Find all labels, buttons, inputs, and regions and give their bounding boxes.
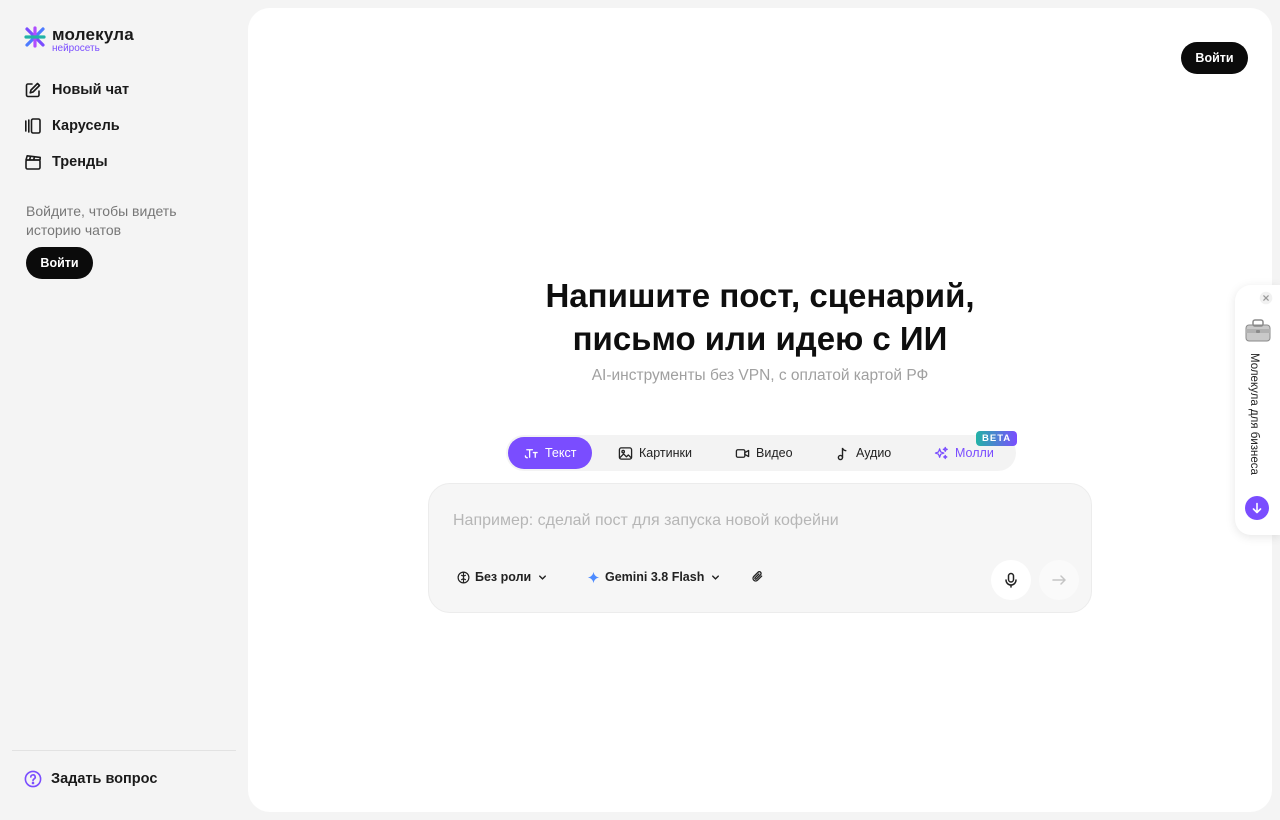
hero-title-line-2: письмо или идею с ИИ: [572, 320, 948, 357]
brand-tagline: нейросеть: [52, 43, 100, 54]
attach-button[interactable]: [751, 570, 764, 583]
carousel-icon: [24, 118, 41, 134]
send-button[interactable]: [1039, 560, 1079, 600]
logo[interactable]: молекула нейросеть: [24, 26, 134, 54]
sidebar-nav: Новый чат Карусель Тренды: [24, 78, 129, 186]
hero-title: Напишите пост, сценарий, письмо или идею…: [248, 274, 1272, 360]
sidebar-item-trends[interactable]: Тренды: [24, 150, 129, 174]
sidebar-item-label: Карусель: [52, 118, 120, 134]
chevron-down-icon: [712, 574, 720, 580]
tab-label: Текст: [545, 446, 577, 460]
chevron-down-icon: [539, 574, 547, 580]
arrow-right-icon: [1052, 575, 1066, 585]
sidebar-item-new-chat[interactable]: Новый чат: [24, 78, 129, 102]
tab-label: Видео: [756, 446, 793, 460]
tab-label: Картинки: [639, 446, 692, 460]
promo-download-button[interactable]: [1245, 496, 1269, 520]
role-icon: [457, 571, 470, 583]
sidebar-item-carousel[interactable]: Карусель: [24, 114, 129, 138]
ask-question-button[interactable]: Задать вопрос: [24, 770, 157, 788]
hero-subtitle: AI-инструменты без VPN, с оплатой картой…: [591, 367, 929, 384]
header-login-button[interactable]: Войти: [1181, 42, 1248, 74]
sidebar: молекула нейросеть Новый чат Карусель Тр…: [0, 0, 248, 820]
role-selector[interactable]: Без роли: [457, 570, 549, 584]
business-promo-widget[interactable]: Молекула для бизнеса: [1235, 285, 1280, 535]
sparkles-icon: [934, 446, 948, 459]
mode-tabs: Текст Картинки Видео Аудио Молли BETA: [506, 431, 1018, 471]
prompt-composer: Без роли Gemini 3.8 Flash: [428, 483, 1092, 613]
arrow-down-icon: [1252, 502, 1262, 514]
ask-question-label: Задать вопрос: [51, 771, 158, 787]
tab-text[interactable]: Текст: [508, 437, 593, 469]
beta-badge: BETA: [976, 431, 1018, 446]
video-icon: [735, 448, 750, 458]
gemini-icon: [587, 571, 600, 583]
music-note-icon: [837, 447, 847, 460]
close-icon[interactable]: [1259, 291, 1273, 305]
prompt-input[interactable]: [453, 512, 1053, 530]
tab-audio[interactable]: Аудио: [819, 437, 907, 469]
briefcase-icon: [1245, 319, 1271, 342]
tab-label: Аудио: [856, 446, 892, 460]
sidebar-item-label: Новый чат: [52, 82, 130, 98]
edit-icon: [25, 82, 41, 98]
history-login-hint: Войдите, чтобы видеть историю чатов: [26, 203, 177, 238]
molecule-logo-icon: [24, 26, 46, 48]
microphone-icon: [1005, 572, 1017, 588]
clapperboard-icon: [25, 155, 41, 170]
microphone-button[interactable]: [991, 560, 1031, 600]
model-label: Gemini 3.8 Flash: [605, 570, 705, 584]
image-icon: [618, 446, 633, 460]
sidebar-login-button[interactable]: Войти: [26, 247, 93, 279]
text-icon: [524, 448, 538, 458]
tab-video[interactable]: Видео: [719, 437, 809, 469]
brand-name: молекула: [52, 25, 134, 44]
app-root: молекула нейросеть Новый чат Карусель Тр…: [0, 0, 1280, 820]
main-panel: Войти Напишите пост, сценарий, письмо ил…: [248, 8, 1272, 812]
tab-images[interactable]: Картинки: [602, 437, 708, 469]
paperclip-icon: [752, 571, 763, 582]
hero-title-line-1: Напишите пост, сценарий,: [545, 277, 975, 314]
question-circle-icon: [24, 770, 42, 788]
role-label: Без роли: [475, 570, 532, 584]
sidebar-item-label: Тренды: [52, 154, 108, 170]
tab-label: Молли: [955, 446, 994, 460]
sidebar-divider: [12, 750, 236, 751]
model-selector[interactable]: Gemini 3.8 Flash: [587, 570, 722, 584]
business-promo-text: Молекула для бизнеса: [1248, 353, 1260, 475]
